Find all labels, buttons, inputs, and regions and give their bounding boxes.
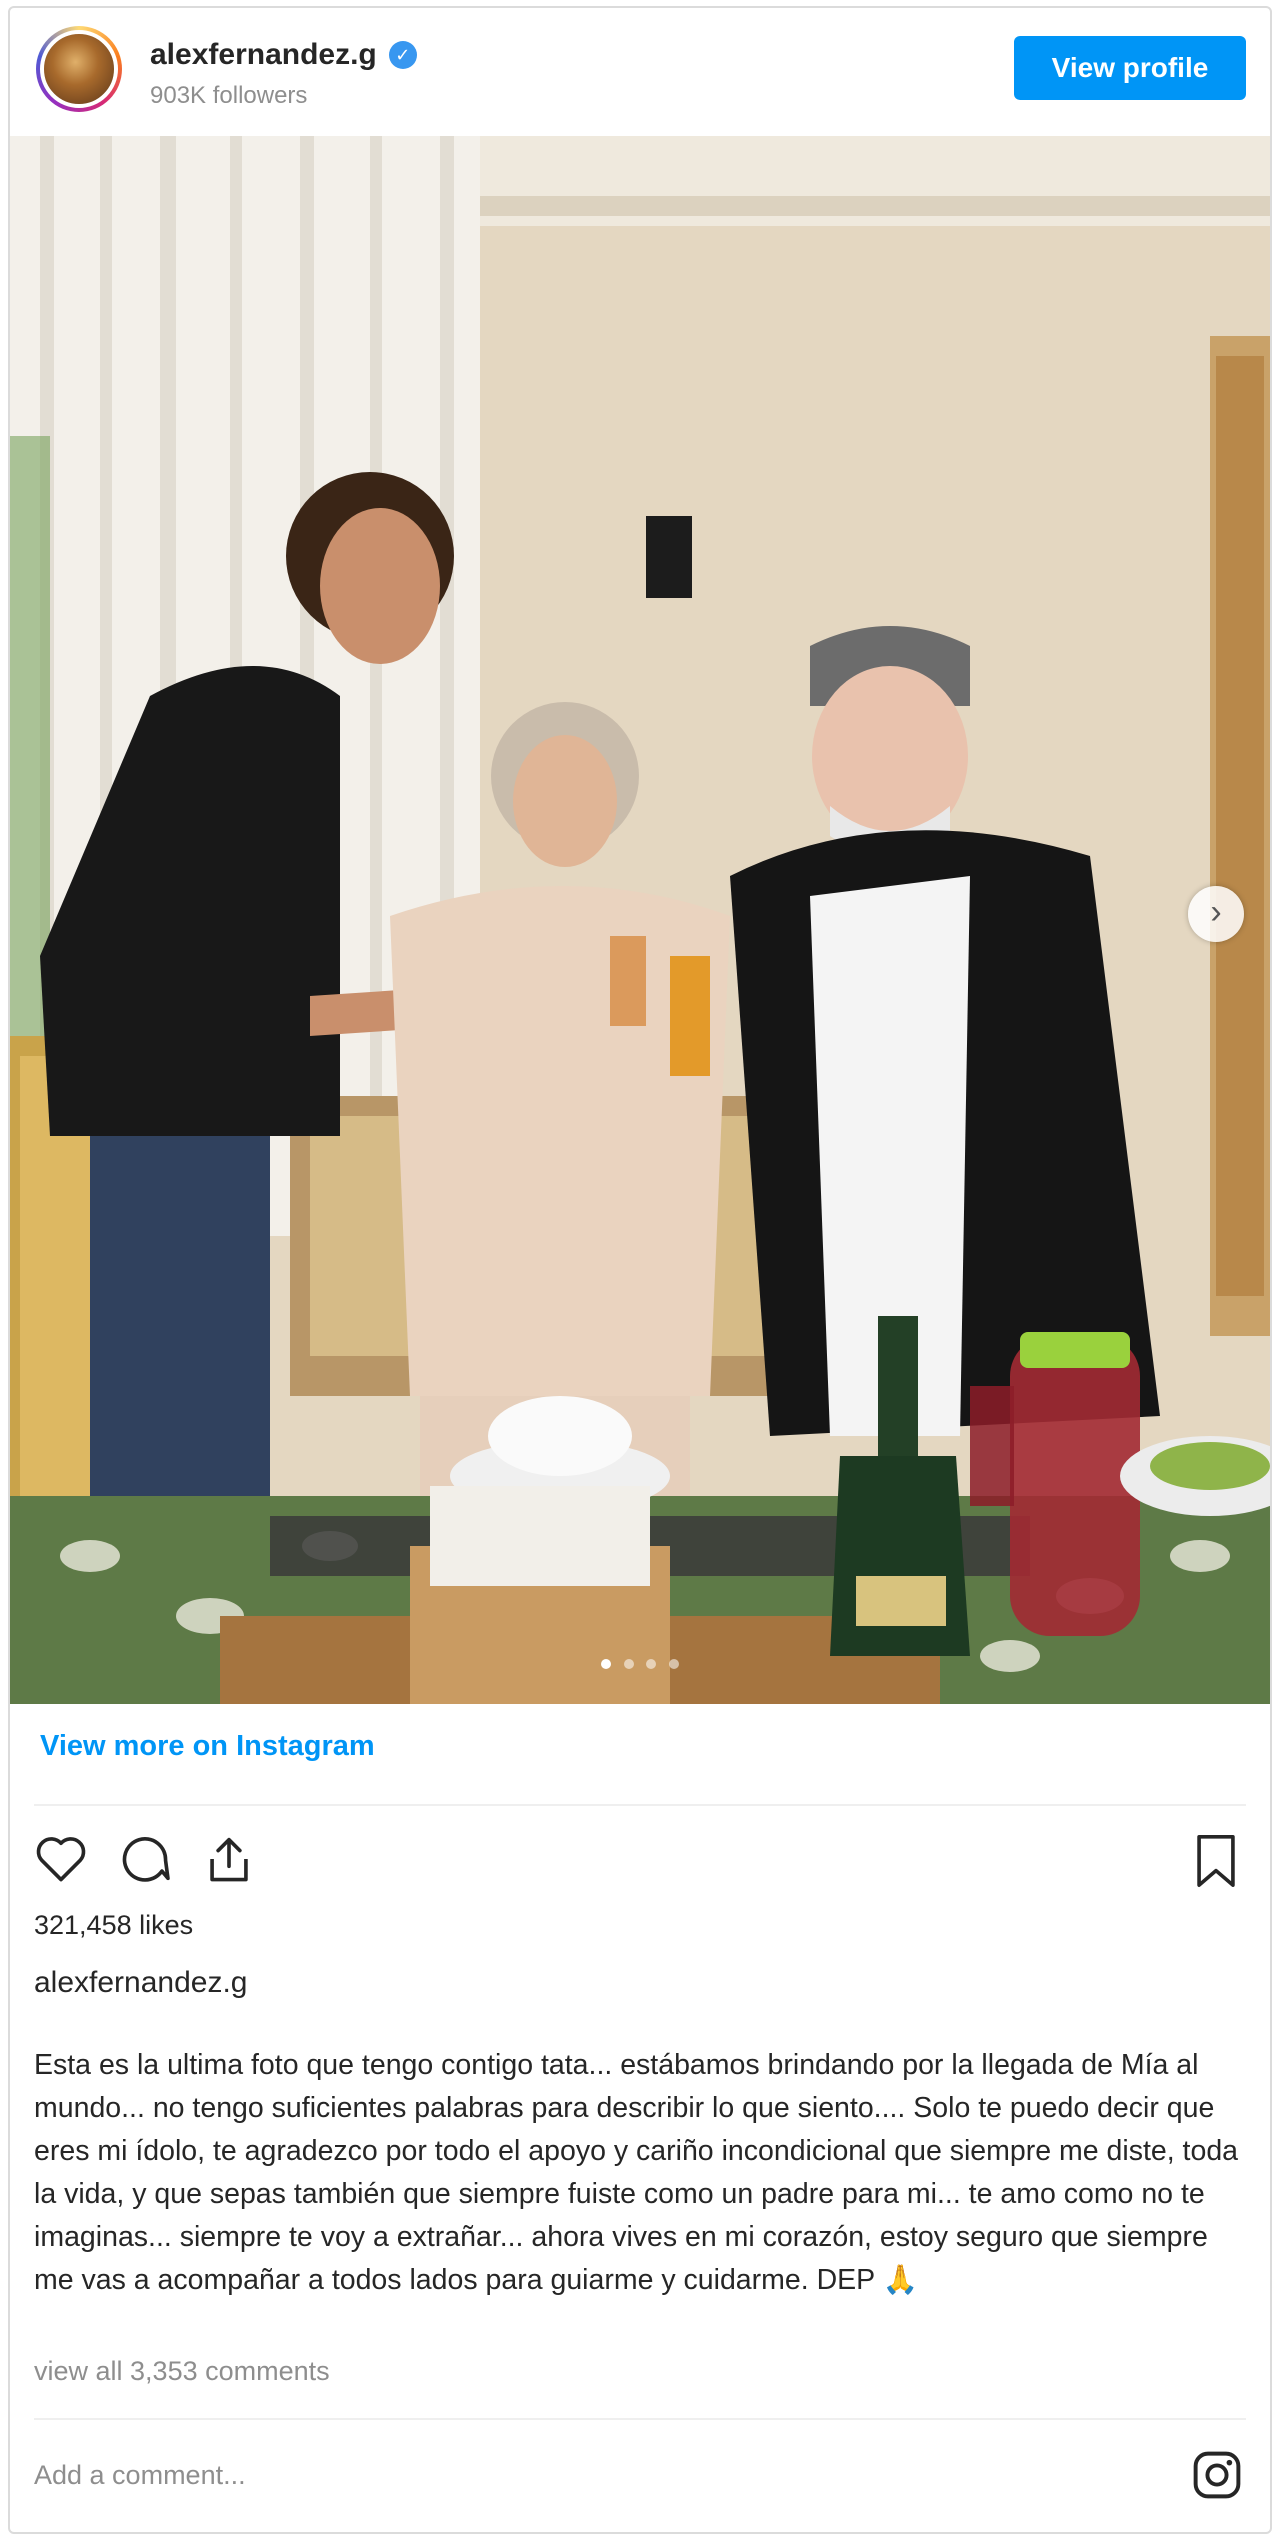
view-all-comments-link[interactable]: view all 3,353 comments [34, 2356, 330, 2387]
carousel-dot [623, 1659, 634, 1669]
follower-count: 903K followers [150, 82, 308, 109]
carousel-dot [668, 1659, 679, 1669]
post-photo[interactable]: › [10, 136, 1270, 1704]
heart-icon[interactable] [32, 1830, 90, 1888]
carousel-dot-active [601, 1659, 612, 1669]
comment-icon[interactable] [116, 1830, 174, 1888]
avatar[interactable] [36, 26, 122, 112]
verified-badge-icon: ✓ [388, 41, 417, 69]
carousel-indicator [10, 1656, 1270, 1674]
caption-username[interactable]: alexfernandez.g [34, 1966, 248, 2000]
divider [34, 1804, 1246, 1806]
carousel-dot [646, 1659, 657, 1669]
view-more-on-instagram-link[interactable]: View more on Instagram [40, 1730, 375, 1763]
bookmark-icon[interactable] [1190, 1832, 1242, 1890]
action-bar [32, 1830, 258, 1888]
instagram-icon[interactable] [1190, 2448, 1244, 2502]
next-slide-chevron-icon[interactable]: › [1188, 886, 1244, 942]
username-row: alexfernandez.g ✓ [150, 38, 417, 72]
add-comment-input[interactable]: Add a comment... [34, 2460, 246, 2491]
like-count[interactable]: 321,458 likes [34, 1910, 193, 1941]
instagram-embed-card: alexfernandez.g ✓ 903K followers View pr… [8, 6, 1272, 2534]
username[interactable]: alexfernandez.g [150, 38, 377, 72]
photo-illustration [10, 136, 1270, 1704]
caption-text: Esta es la ultima foto que tengo contigo… [34, 2049, 1239, 2296]
share-icon[interactable] [200, 1830, 258, 1888]
divider [34, 2418, 1246, 2420]
post-header: alexfernandez.g ✓ 903K followers View pr… [10, 8, 1270, 136]
view-profile-button[interactable]: View profile [1014, 36, 1246, 100]
